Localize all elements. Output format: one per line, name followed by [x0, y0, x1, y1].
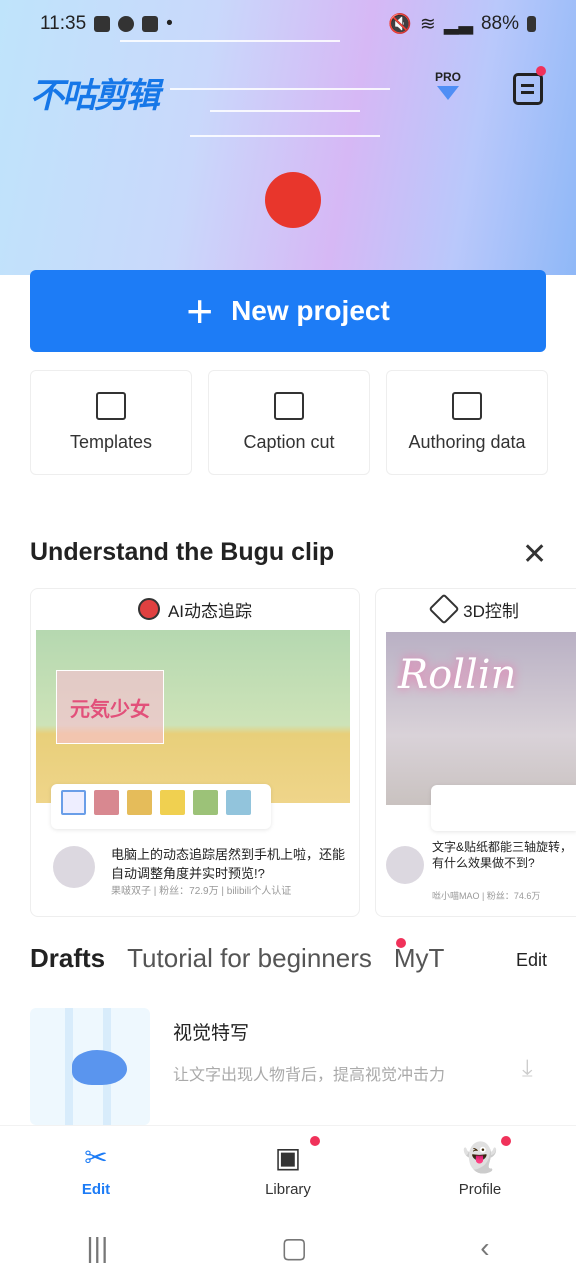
draft-title: 视觉特写	[173, 1023, 250, 1044]
templates-icon	[96, 392, 126, 420]
nav-label: Edit	[81, 1181, 111, 1198]
avatar	[53, 846, 95, 888]
section-title: Understand the Bugu clip	[30, 538, 335, 566]
tab-drafts[interactable]: Drafts	[30, 943, 105, 974]
avatar	[386, 846, 424, 884]
caption-cut-button[interactable]: Caption cut	[208, 370, 370, 475]
card-title: 3D控制	[463, 601, 519, 621]
status-bar: 11:35 • 🔇 ≋ ▂▃ 88%	[40, 12, 536, 36]
signal-icon: ▂▃	[443, 13, 473, 35]
profile-badge	[501, 1136, 511, 1146]
recents-icon[interactable]: |||	[86, 1232, 108, 1264]
back-icon[interactable]: ‹	[480, 1232, 489, 1264]
dot-icon: •	[166, 13, 173, 34]
new-project-label: New project	[231, 295, 390, 326]
sticker-overlay: 元気少女	[56, 670, 164, 744]
tab-tutorial[interactable]: Tutorial for beginners	[127, 943, 372, 974]
edit-button[interactable]: Edit	[516, 950, 547, 971]
clock: 11:35	[40, 13, 87, 34]
gallery-icon	[94, 16, 111, 32]
card-title: AI动态追踪	[167, 601, 253, 621]
card-image: Rollin	[386, 632, 576, 805]
templates-button[interactable]: Templates	[30, 370, 192, 475]
swatch	[127, 790, 152, 815]
feature-card[interactable]: 3D控制 Rollin 文字&贴纸都能三轴旋转，有什么效果做不到? 咝小喵MAO…	[375, 588, 576, 917]
battery-icon	[527, 16, 536, 32]
tool-label: Authoring data	[408, 432, 526, 452]
mute-icon: 🔇	[388, 14, 412, 35]
scissors-icon: ✂	[84, 1142, 108, 1173]
authoring-data-button[interactable]: Authoring data	[386, 370, 548, 475]
notes-button[interactable]	[513, 73, 543, 105]
nav-library[interactable]: ▣ Library	[192, 1126, 384, 1215]
app-logo: 不咕剪辑	[30, 77, 160, 115]
home-icon[interactable]: ▢	[281, 1231, 307, 1264]
text-overlay: Rollin	[398, 652, 517, 698]
nav-edit[interactable]: ✂ Edit	[0, 1126, 192, 1215]
swatch	[226, 790, 251, 815]
card-description: 文字&贴纸都能三轴旋转，有什么效果做不到?	[432, 840, 573, 870]
card-meta: 咝小喵MAO | 粉丝：74.6万	[432, 891, 541, 901]
nav-label: Library	[265, 1181, 311, 1198]
content-tabs: Drafts Tutorial for beginners MyT	[30, 943, 444, 974]
bottom-nav: ✂ Edit ▣ Library 👻 Profile	[0, 1125, 576, 1215]
rotation-slider	[431, 785, 576, 831]
swatch	[193, 790, 218, 815]
tool-label: Caption cut	[243, 432, 335, 452]
card-image: 元気少女	[36, 630, 350, 803]
wifi-icon: ≋	[419, 13, 436, 35]
ghost-icon: 👻	[462, 1142, 498, 1173]
3d-rotate-icon	[428, 593, 460, 625]
plus-icon: +	[186, 285, 214, 337]
battery-level: 88%	[480, 13, 519, 34]
nav-label: Profile	[458, 1181, 502, 1198]
swatch	[160, 790, 185, 815]
library-play-icon: ▣	[274, 1142, 302, 1173]
pro-label: PRO	[434, 70, 461, 84]
new-project-button[interactable]: + New project	[30, 270, 546, 352]
header-banner: 11:35 • 🔇 ≋ ▂▃ 88% 不咕剪辑 PRO	[0, 0, 576, 275]
draft-thumbnail[interactable]	[30, 1008, 150, 1125]
tool-label: Templates	[69, 432, 153, 452]
system-nav-bar: ||| ▢ ‹	[0, 1215, 576, 1280]
nav-profile[interactable]: 👻 Profile	[384, 1126, 576, 1215]
notification-badge	[536, 66, 546, 76]
chart-icon	[452, 392, 482, 420]
swatch	[61, 790, 86, 815]
library-badge	[310, 1136, 320, 1146]
card-meta: 果啵双子 | 粉丝：72.9万 | bilibili个人认证	[111, 886, 292, 897]
feature-card[interactable]: AI动态追踪 元気少女 电脑上的动态追踪居然到手机上啦，还能自动调整角度并实时预…	[30, 588, 360, 917]
card-description: 电脑上的动态追踪居然到手机上啦，还能自动调整角度并实时预览!?	[111, 847, 346, 881]
close-icon[interactable]: ✕	[522, 540, 547, 570]
download-icon[interactable]: ⤓	[522, 1055, 533, 1083]
checkbox-icon	[142, 16, 159, 32]
mascot-illustration	[265, 172, 321, 228]
pro-button[interactable]: PRO	[428, 70, 468, 108]
swatch-bar	[51, 784, 271, 829]
tracking-icon	[137, 598, 160, 620]
app-notification-icon	[118, 16, 135, 32]
caption-icon	[274, 392, 304, 420]
diamond-icon	[437, 86, 459, 100]
bird-illustration	[72, 1050, 127, 1085]
swatch	[94, 790, 119, 815]
draft-subtitle: 让文字出现人物背后，提高视觉冲击力	[173, 1067, 446, 1084]
tab-badge	[396, 938, 406, 948]
